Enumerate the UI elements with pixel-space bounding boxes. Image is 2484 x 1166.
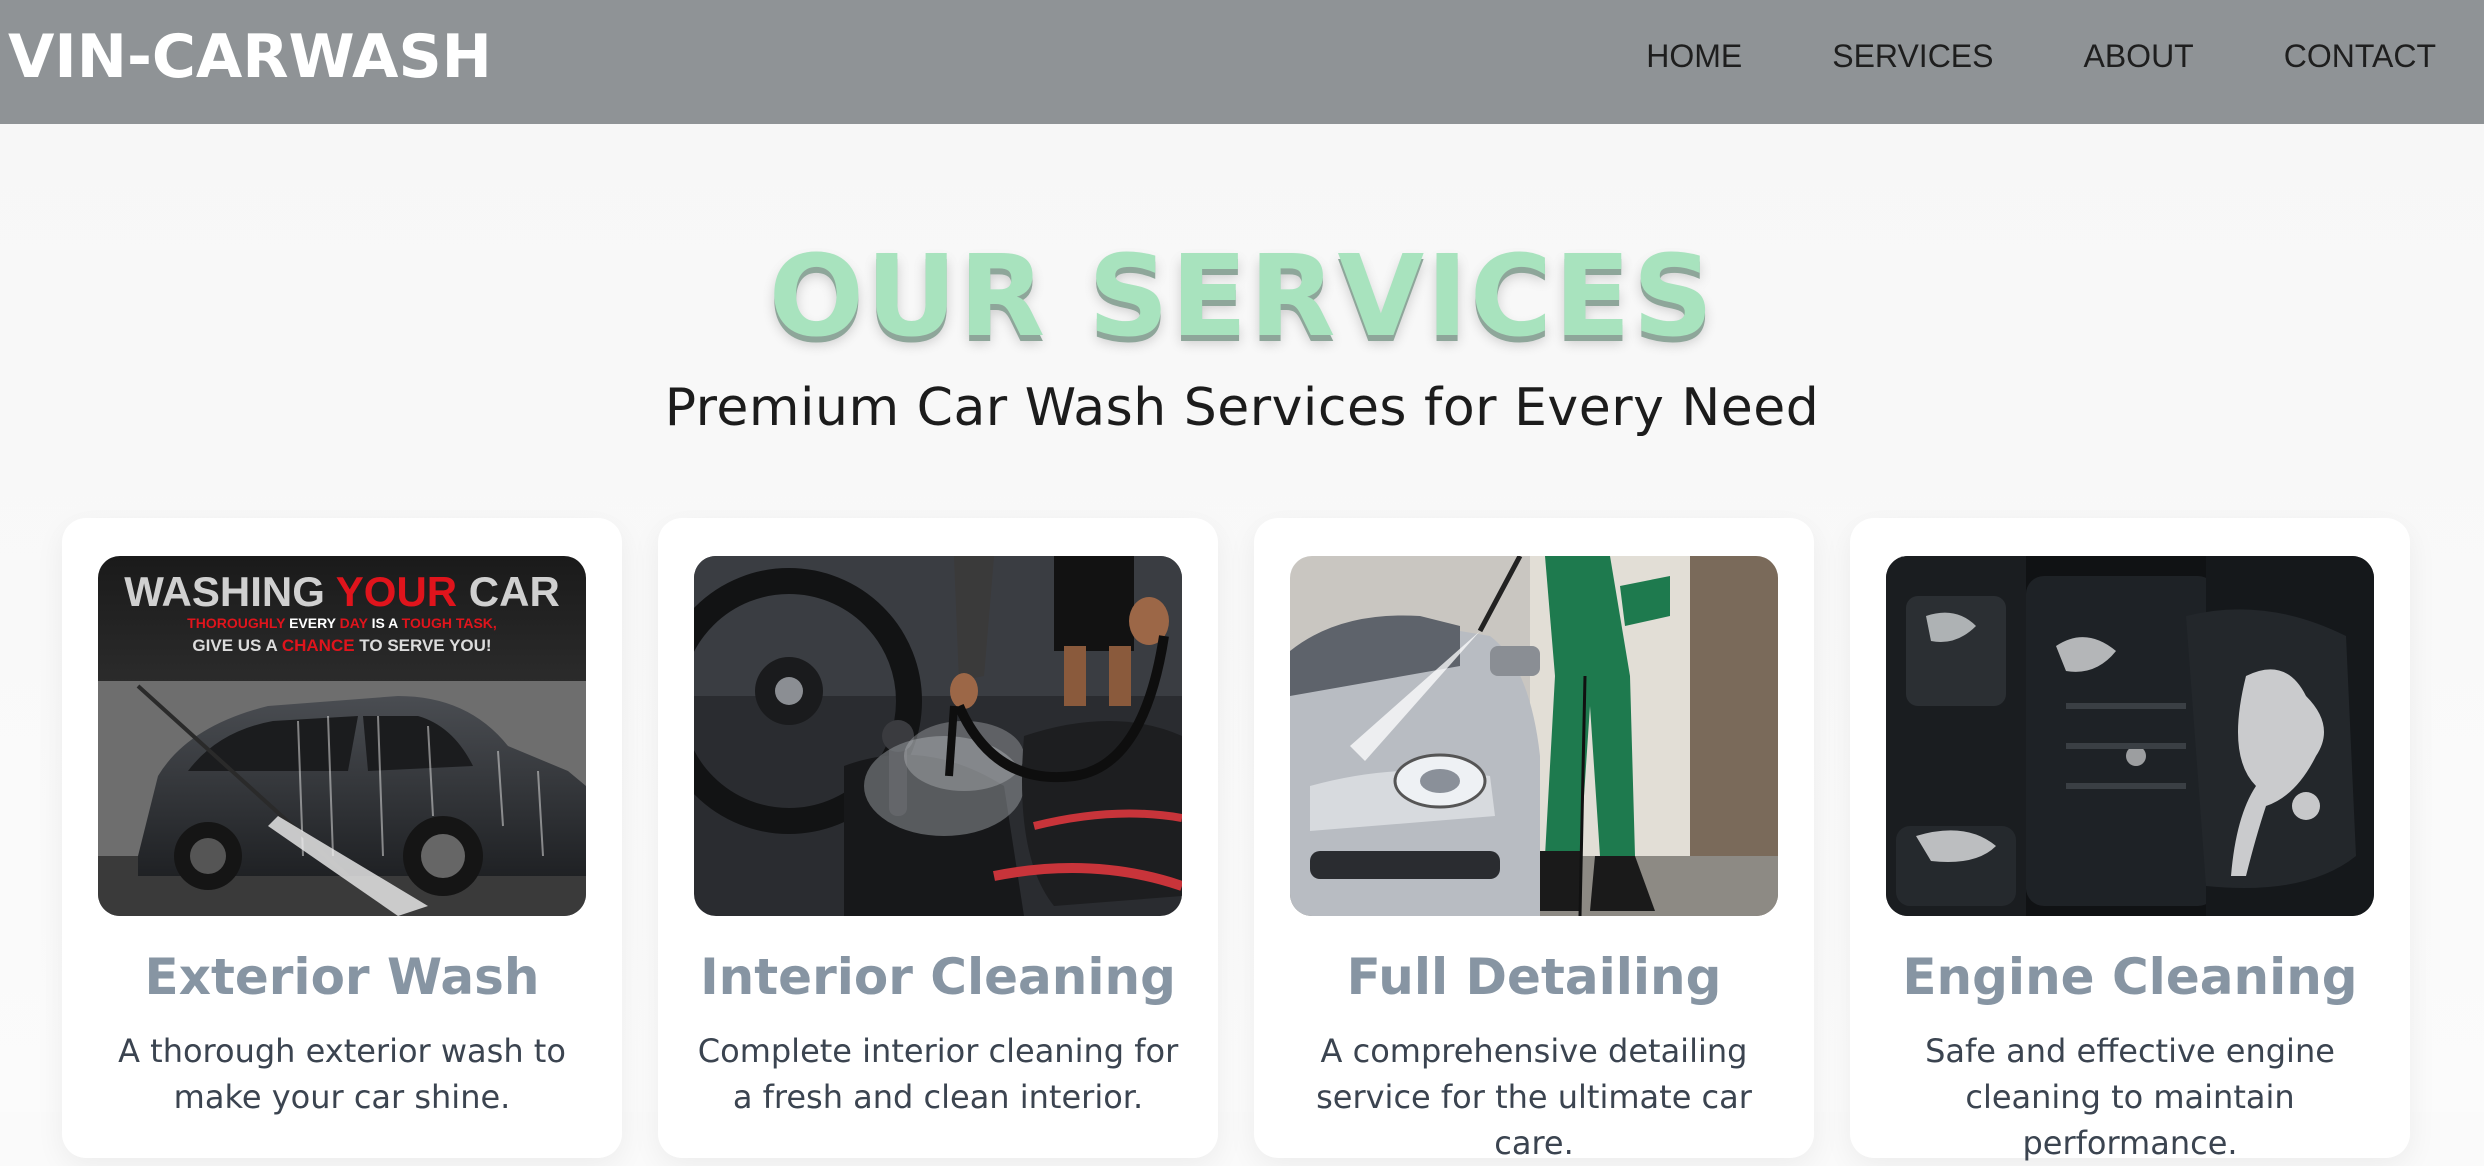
image-line-2: THOROUGHLY EVERY DAY IS A TOUGH TASK, (187, 615, 497, 631)
card-description: Complete interior cleaning for a fresh a… (697, 1032, 1179, 1116)
top-navbar: VIN-CARWASH HOME SERVICES ABOUT CONTACT (0, 0, 2484, 124)
service-card-exterior-wash[interactable]: WASHING YOUR CAR THOROUGHLY EVERY DAY IS… (62, 518, 622, 1158)
section-title: OUR SERVICES (768, 232, 1716, 362)
nav-links: HOME SERVICES ABOUT CONTACT (1646, 38, 2436, 75)
nav-services-link[interactable]: SERVICES (1832, 38, 1993, 75)
engine-cleaning-image (1886, 556, 2374, 916)
nav-home-link[interactable]: HOME (1646, 38, 1742, 75)
card-description: A comprehensive detailing service for th… (1316, 1032, 1752, 1162)
section-subtitle: Premium Car Wash Services for Every Need (664, 378, 1820, 438)
service-card-engine-cleaning[interactable]: Engine Cleaning Safe and effective engin… (1850, 518, 2410, 1162)
service-card-interior-cleaning[interactable]: Interior Cleaning Complete interior clea… (658, 518, 1218, 1158)
full-detailing-image (1290, 556, 1778, 916)
card-description: Safe and effective engine cleaning to ma… (1925, 1032, 2335, 1162)
interior-cleaning-image (694, 556, 1182, 916)
brand-logo[interactable]: VIN-CARWASH (8, 22, 492, 92)
card-title: Interior Cleaning (700, 948, 1176, 1006)
service-card-full-detailing[interactable]: Full Detailing A comprehensive detailing… (1254, 518, 1814, 1162)
service-cards: WASHING YOUR CAR THOROUGHLY EVERY DAY IS… (62, 518, 2422, 1162)
image-headline: WASHING YOUR CAR (124, 568, 560, 615)
card-title: Exterior Wash (144, 948, 540, 1006)
card-description: A thorough exterior wash to make your ca… (118, 1032, 566, 1116)
card-title: Full Detailing (1346, 948, 1722, 1006)
image-line-3: GIVE US A CHANCE TO SERVE YOU! (192, 636, 491, 655)
exterior-wash-image: WASHING YOUR CAR THOROUGHLY EVERY DAY IS… (98, 556, 586, 916)
card-title: Engine Cleaning (1902, 948, 2358, 1006)
nav-contact-link[interactable]: CONTACT (2284, 38, 2436, 75)
nav-about-link[interactable]: ABOUT (2083, 38, 2193, 75)
